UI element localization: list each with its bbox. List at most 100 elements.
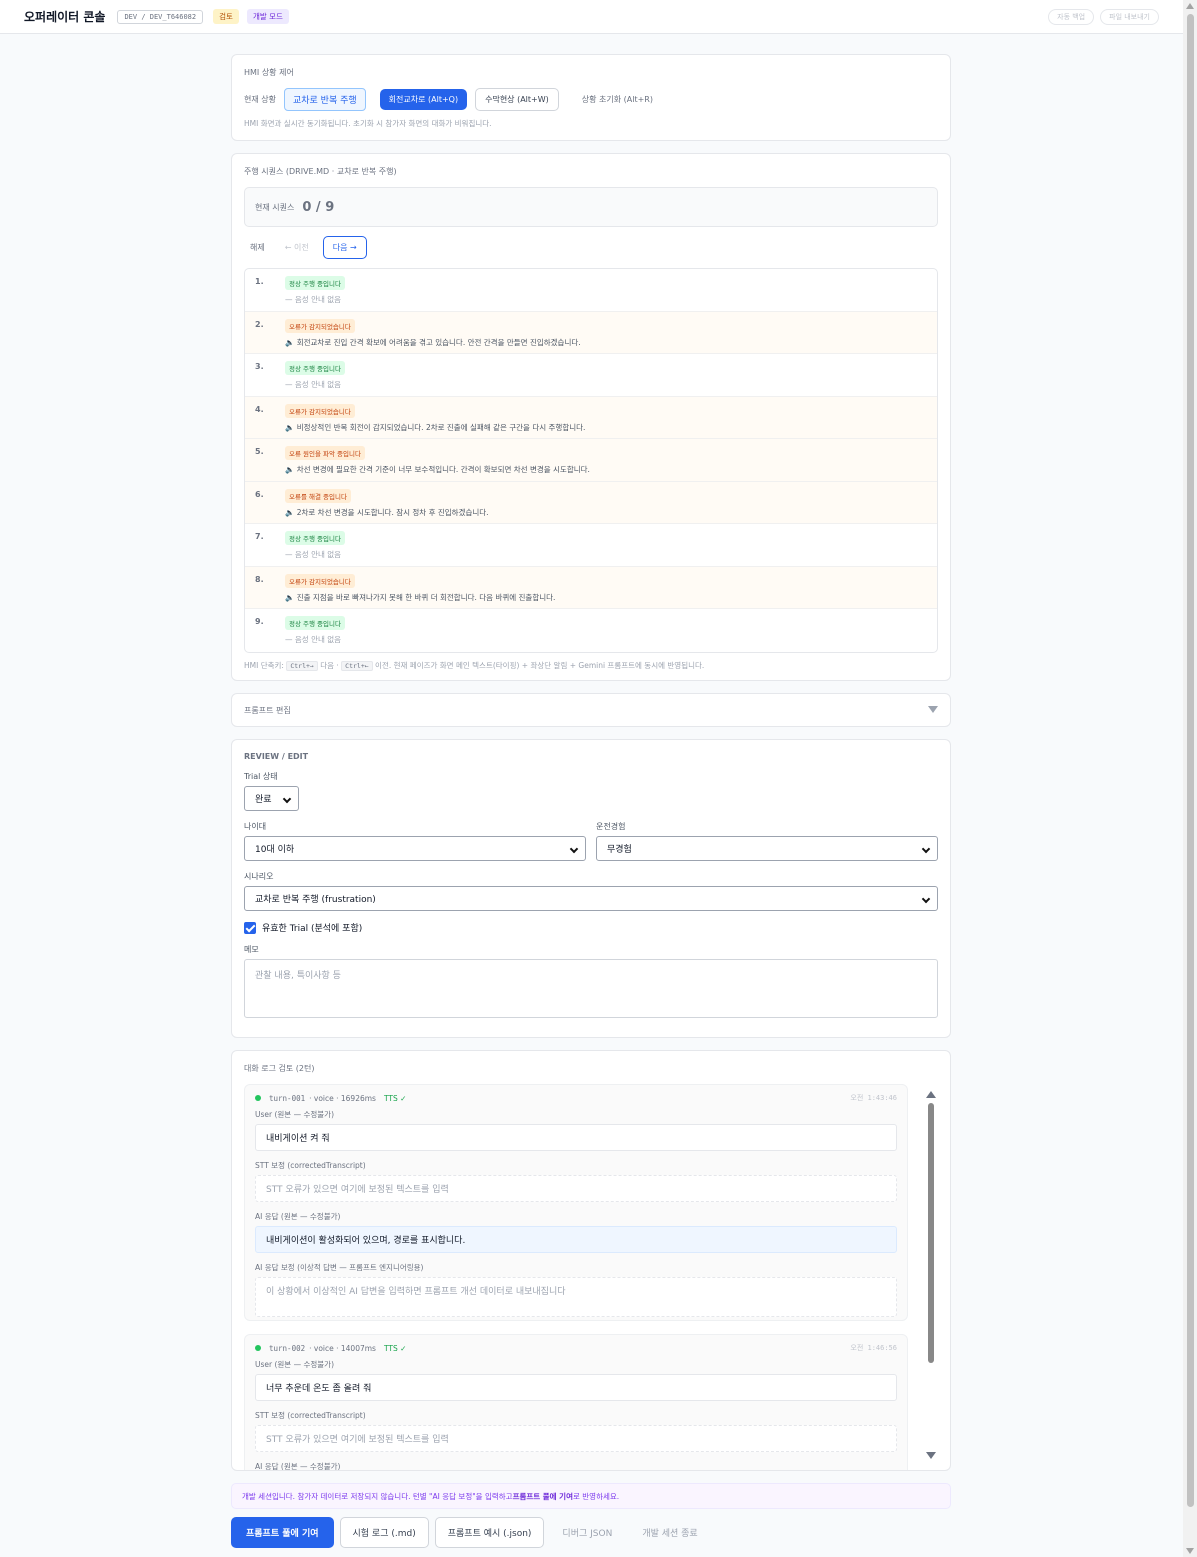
step-status-tag: 오류가 감지되었습니다 — [285, 318, 355, 333]
tts-status: TTS ✓ — [383, 1343, 407, 1353]
sequence-step[interactable]: 1. 정상 주행 중입니다 — 음성 안내 없음 — [245, 269, 937, 312]
notice-text-pre: 개발 세션입니다. 참가자 데이터로 저장되지 않습니다. 턴별 "AI 응답 … — [242, 1491, 513, 1501]
ai-fix-label: AI 응답 보정 (이상적 답변 — 프롬프트 엔지니어링용) — [255, 1263, 424, 1272]
hmi-hint: HMI 화면과 실시간 동기화됩니다. 초기화 시 참가자 화면의 대화가 비워… — [244, 119, 492, 128]
ai-label: AI 응답 (원본 — 수정불가) — [255, 1212, 341, 1221]
shortcut-next-word: 다음 · — [320, 660, 339, 670]
stt-correction-input[interactable]: STT 오류가 있으면 여기에 보정된 텍스트를 입력 — [255, 1425, 897, 1452]
scroll-down-arrow-icon[interactable] — [926, 1452, 936, 1459]
scroll-up-arrow-icon[interactable] — [1186, 3, 1194, 9]
review-edit-card: REVIEW / EDIT Trial 상태 완료 나이대 10대 이하 운전경… — [231, 739, 951, 1038]
demographics-row: 나이대 10대 이하 운전경험 무경험 — [244, 821, 938, 861]
trial-status-select[interactable]: 완료 — [244, 786, 299, 811]
valid-trial-label: 유효한 Trial (분석에 포함) — [262, 924, 363, 934]
prompt-edit-card[interactable]: 프롬프트 편집 — [231, 693, 951, 727]
step-voice-text: — 음성 안내 없음 — [285, 550, 342, 559]
user-original-field: 내비게이션 켜 줘 — [255, 1124, 897, 1151]
sequence-nav: 해제 ← 이전 다음 → — [244, 236, 938, 259]
hydroplaning-button[interactable]: 수막현상 (Alt+W) — [475, 88, 559, 111]
current-situation-label: 현재 상황 — [244, 95, 276, 104]
page-title: 오퍼레이터 콘솔 — [24, 10, 106, 24]
next-button[interactable]: 다음 → — [322, 236, 367, 259]
status-badge-review: 검토 — [213, 9, 239, 24]
ai-label: AI 응답 (원본 — 수정불가) — [255, 1462, 341, 1471]
session-id-pill: DEV / DEV_T646082 — [117, 9, 204, 24]
age-group-select[interactable]: 10대 이하 — [244, 836, 586, 861]
ai-correction-input[interactable]: 이 상황에서 이상적인 AI 답변을 입력하면 프롬프트 개선 데이터로 내보내… — [255, 1277, 897, 1317]
contribute-prompt-pool-button[interactable]: 프롬프트 풀에 기여 — [231, 1517, 334, 1548]
stt-correction-input[interactable]: STT 오류가 있으면 여기에 보정된 텍스트를 입력 — [255, 1175, 897, 1202]
review-title: REVIEW / EDIT — [244, 752, 309, 761]
turn-time: 오전 1:46:56 — [850, 1344, 897, 1352]
log-scrollbar[interactable] — [925, 1091, 937, 1459]
step-number: 6. — [255, 489, 264, 499]
ai-original-field: 내비게이션이 활성화되어 있으며, 경로를 표시합니다. — [255, 1226, 897, 1253]
status-dot-icon — [255, 1095, 261, 1101]
turn-header: turn-001 · voice · 16926ms TTS ✓ 오전 1:43… — [255, 1093, 897, 1103]
shortcut-suffix: 이전. 현재 페이즈가 화면 메인 텍스트(타이핑) + 좌상단 알림 + Ge… — [375, 660, 705, 670]
log-scrollbar-thumb[interactable] — [928, 1103, 934, 1363]
end-dev-session-button[interactable]: 개발 세션 종료 — [630, 1518, 709, 1547]
hmi-control-card: HMI 상황 제어 현재 상황 교차로 반복 주행 회전교차로 (Alt+Q) … — [231, 54, 951, 141]
notice-text-post: 로 반영하세요. — [572, 1491, 620, 1501]
driving-experience-select[interactable]: 무경험 — [596, 836, 938, 861]
prompt-edit-title: 프롬프트 편집 — [244, 706, 291, 715]
step-status-tag: 정상 주행 중입니다 — [285, 276, 345, 290]
step-voice-text: 🔈 차선 변경에 필요한 간격 기준이 너무 보수적입니다. 간격이 확보되면 … — [285, 465, 590, 474]
trial-status-label: Trial 상태 — [244, 772, 278, 781]
step-voice-text: — 음성 안내 없음 — [285, 635, 342, 644]
turn-card: turn-001 · voice · 16926ms TTS ✓ 오전 1:43… — [244, 1084, 908, 1321]
memo-label: 메모 — [244, 945, 259, 954]
scenario-select[interactable]: 교차로 반복 주행 (frustration) — [244, 886, 938, 911]
sequence-step[interactable]: 3. 정상 주행 중입니다 — 음성 안내 없음 — [245, 354, 937, 397]
autosave-button[interactable]: 자동 백업 — [1048, 8, 1095, 25]
chevron-down-icon — [282, 794, 292, 804]
memo-textarea[interactable]: 관찰 내용, 특이사항 등 — [244, 959, 938, 1018]
step-voice-text: — 음성 안내 없음 — [285, 380, 342, 389]
scenario-value: 교차로 반복 주행 (frustration) — [255, 895, 376, 905]
sequence-step[interactable]: 6. 오류를 해결 중입니다 🔈 2차로 차선 변경을 시도합니다. 잠시 정차 후… — [245, 481, 937, 524]
valid-trial-checkbox[interactable] — [244, 921, 256, 934]
prompt-example-json-button[interactable]: 프롬프트 예시 (.json) — [434, 1517, 545, 1548]
turn-card: turn-002 · voice · 14007ms TTS ✓ 오전 1:46… — [244, 1334, 908, 1471]
prev-button[interactable]: ← 이전 — [279, 238, 315, 257]
sequence-step[interactable]: 2. 오류가 감지되었습니다 🔈 회전교차로 진입 간격 확보에 어려움을 겪고 있… — [245, 311, 937, 354]
user-label: User (원본 — 수정불가) — [255, 1110, 334, 1119]
page-scrollbar[interactable] — [1183, 0, 1197, 1557]
step-number: 1. — [255, 277, 264, 286]
bottom-actions: 프롬프트 풀에 기여 시험 로그 (.md) 프롬프트 예시 (.json) 디… — [231, 1517, 710, 1548]
turn-meta: · voice · 14007ms — [309, 1343, 376, 1353]
status-dot-icon — [255, 1345, 261, 1351]
sequence-step[interactable]: 7. 정상 주행 중입니다 — 음성 안내 없음 — [245, 524, 937, 567]
step-voice-text: 🔈 2차로 차선 변경을 시도합니다. 잠시 정차 후 진입하겠습니다. — [285, 507, 489, 517]
step-status-tag: 오류를 해결 중입니다 — [285, 488, 351, 503]
sequence-step[interactable]: 5. 오류 원인을 파악 중입니다 🔈 차선 변경에 필요한 간격 기준이 너무 보… — [245, 439, 937, 482]
sequence-step[interactable]: 4. 오류가 감지되었습니다 🔈 비정상적인 반복 회전이 감지되었습니다. 2차로… — [245, 396, 937, 439]
conversation-log-card: 대화 로그 검토 (2턴) turn-001 · voice · 16926ms… — [231, 1050, 951, 1471]
user-original-field: 너무 추운데 온도 좀 올려 줘 — [255, 1374, 897, 1401]
chevron-down-icon[interactable] — [928, 706, 938, 713]
turn-time: 오전 1:43:46 — [850, 1094, 897, 1102]
user-label: User (원본 — 수정불가) — [255, 1360, 334, 1369]
log-title: 대화 로그 검토 (2턴) — [244, 1064, 315, 1073]
step-number: 4. — [255, 404, 264, 414]
sequence-step[interactable]: 8. 오류가 감지되었습니다 🔈 진출 지점을 바로 빠져나가지 못해 한 바퀴 더… — [245, 566, 937, 609]
step-number: 2. — [255, 319, 264, 329]
step-number: 8. — [255, 574, 264, 584]
sequence-step[interactable]: 9. 정상 주행 중입니다 — 음성 안내 없음 — [245, 609, 937, 652]
scrollbar-thumb[interactable] — [1187, 14, 1194, 1507]
reset-situation-button[interactable]: 상황 초기화 (Alt+R) — [573, 89, 662, 110]
release-button[interactable]: 해제 — [244, 238, 271, 257]
scroll-up-arrow-icon[interactable] — [926, 1091, 936, 1098]
step-status-tag: 정상 주행 중입니다 — [285, 361, 345, 375]
current-sequence-box: 현재 시퀀스 0 / 9 — [244, 187, 938, 227]
shortcut-prefix: HMI 단축키: — [244, 660, 284, 670]
step-status-tag: 정상 주행 중입니다 — [285, 531, 345, 545]
debug-json-button[interactable]: 디버그 JSON — [550, 1518, 624, 1547]
top-actions: 자동 백업 파일 내보내기 — [1048, 8, 1159, 25]
step-number: 5. — [255, 447, 264, 456]
roundabout-button[interactable]: 회전교차로 (Alt+Q) — [379, 89, 468, 110]
trial-log-md-button[interactable]: 시험 로그 (.md) — [339, 1517, 429, 1548]
export-file-button[interactable]: 파일 내보내기 — [1100, 8, 1159, 25]
scroll-down-arrow-icon[interactable] — [1186, 1548, 1194, 1554]
